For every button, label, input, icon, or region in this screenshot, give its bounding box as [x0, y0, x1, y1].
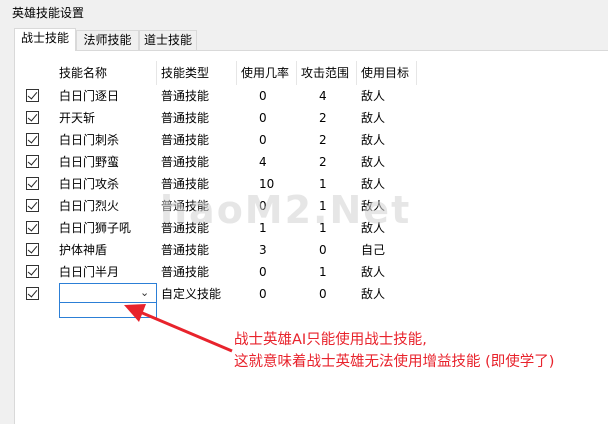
cell-rate[interactable]: 0 [237, 129, 297, 151]
table-row[interactable]: 白日门野蛮 普通技能 4 2 敌人 [15, 151, 435, 173]
cell-rate[interactable]: 3 [237, 239, 297, 261]
table-row[interactable]: 白日门半月 普通技能 0 1 敌人 [15, 261, 435, 283]
column-header-target[interactable]: 使用目标 [357, 61, 417, 85]
row-enabled-checkbox[interactable] [26, 89, 39, 102]
row-enabled-checkbox[interactable] [26, 221, 39, 234]
column-header-name[interactable]: 技能名称 [45, 61, 157, 85]
cell-rate[interactable]: 0 [237, 85, 297, 107]
table-row[interactable]: 护体神盾 普通技能 3 0 自己 [15, 239, 435, 261]
cell-range[interactable]: 2 [297, 129, 357, 151]
row-enabled-checkbox[interactable] [26, 111, 39, 124]
cell-rate[interactable]: 4 [237, 151, 297, 173]
cell-type[interactable]: 普通技能 [161, 151, 237, 173]
tab-taoist-skills[interactable]: 道士技能 [139, 30, 197, 50]
tab-warrior-skills[interactable]: 战士技能 [14, 28, 76, 51]
table-row[interactable]: 白日门刺杀 普通技能 0 2 敌人 [15, 129, 435, 151]
cell-type[interactable]: 普通技能 [161, 261, 237, 283]
tab-mage-skills[interactable]: 法师技能 [76, 30, 139, 50]
cell-name[interactable]: 护体神盾 [59, 239, 157, 261]
cell-name[interactable]: 开天斩 [59, 107, 157, 129]
cell-type[interactable]: 普通技能 [161, 129, 237, 151]
cell-range[interactable]: 1 [297, 261, 357, 283]
cell-name[interactable]: 白日门逐日 [59, 85, 157, 107]
annotation-line-2: 这就意味着战士英雄无法使用增益技能 (即使学了) [234, 354, 555, 370]
cell-target[interactable]: 自己 [361, 239, 417, 261]
cell-range[interactable]: 0 [297, 239, 357, 261]
cell-range[interactable]: 2 [297, 107, 357, 129]
column-header-range[interactable]: 攻击范围 [297, 61, 357, 85]
table-row[interactable]: 开天斩 普通技能 0 2 敌人 [15, 107, 435, 129]
cell-type[interactable]: 普通技能 [161, 239, 237, 261]
row-enabled-checkbox[interactable] [26, 133, 39, 146]
cell-rate[interactable]: 0 [237, 261, 297, 283]
cell-target[interactable]: 敌人 [361, 107, 417, 129]
cell-target[interactable]: 敌人 [361, 283, 417, 305]
cell-range[interactable]: 2 [297, 151, 357, 173]
cell-target[interactable]: 敌人 [361, 151, 417, 173]
row-enabled-checkbox[interactable] [26, 287, 39, 300]
cell-range[interactable]: 4 [297, 85, 357, 107]
cell-name[interactable]: 白日门狮子吼 [59, 217, 157, 239]
cell-name[interactable]: 白日门烈火 [59, 195, 157, 217]
row-enabled-checkbox[interactable] [26, 155, 39, 168]
watermark-text: haoM2.Net [160, 188, 412, 232]
cell-type[interactable]: 普通技能 [161, 107, 237, 129]
row-enabled-checkbox[interactable] [26, 199, 39, 212]
row-enabled-checkbox[interactable] [26, 243, 39, 256]
skill-name-dropdown[interactable]: ⌄ [59, 283, 157, 303]
cell-name[interactable]: 白日门刺杀 [59, 129, 157, 151]
row-enabled-checkbox[interactable] [26, 177, 39, 190]
cell-type[interactable]: 普通技能 [161, 85, 237, 107]
cell-rate[interactable]: 0 [237, 107, 297, 129]
window-titlebar: 英雄技能设置 [0, 0, 608, 24]
table-row[interactable]: 白日门逐日 普通技能 0 4 敌人 [15, 85, 435, 107]
chevron-down-icon[interactable]: ⌄ [140, 285, 152, 301]
cell-name[interactable]: 白日门半月 [59, 261, 157, 283]
cell-name[interactable]: 白日门攻杀 [59, 173, 157, 195]
cell-range[interactable]: 0 [297, 283, 357, 305]
cell-target[interactable]: 敌人 [361, 129, 417, 151]
row-enabled-checkbox[interactable] [26, 265, 39, 278]
annotation-line-1: 战士英雄AI只能使用战士技能, [234, 332, 427, 348]
cell-rate[interactable]: 0 [237, 283, 297, 305]
cell-target[interactable]: 敌人 [361, 261, 417, 283]
window-title: 英雄技能设置 [12, 6, 85, 20]
column-header-type[interactable]: 技能类型 [157, 61, 237, 85]
cell-type[interactable]: 自定义技能 [161, 283, 237, 305]
skill-name-dropdown-list[interactable] [59, 302, 157, 318]
column-header-rate[interactable]: 使用几率 [237, 61, 297, 85]
cell-target[interactable]: 敌人 [361, 85, 417, 107]
cell-name[interactable]: 白日门野蛮 [59, 151, 157, 173]
